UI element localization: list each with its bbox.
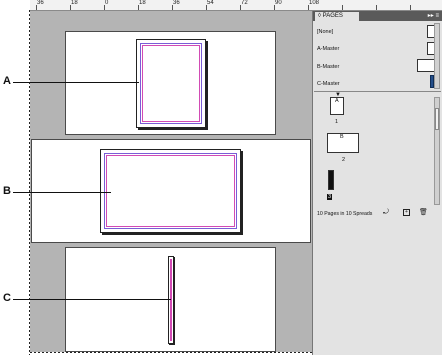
- page-size-icon[interactable]: ⤾: [383, 209, 390, 216]
- ruler-label: 108: [309, 0, 320, 6]
- ruler-label: 36: [37, 0, 44, 6]
- page-c-thumbnail[interactable]: [168, 256, 174, 344]
- page-margin-guide: [142, 45, 200, 122]
- page-a-thumbnail[interactable]: [136, 39, 206, 128]
- page-1-number: 1: [335, 119, 339, 125]
- tab-pages[interactable]: ◊ PAGES: [315, 12, 359, 21]
- callout-c: C: [3, 292, 11, 304]
- page-margin-guide: [106, 155, 235, 227]
- ruler-label: 90: [275, 0, 282, 6]
- masters-scrollbar[interactable]: [434, 23, 440, 89]
- page-1-master-letter: A: [335, 98, 339, 104]
- ruler-label: 72: [241, 0, 248, 6]
- ruler-tick: [376, 5, 377, 10]
- ruler-tick: [410, 5, 411, 10]
- panel-section-divider[interactable]: [314, 91, 441, 92]
- ruler-label: 18: [71, 0, 78, 6]
- leader-line-a: [13, 82, 139, 83]
- pages-scrollbar[interactable]: [434, 97, 440, 205]
- page-1-thumbnail[interactable]: A: [330, 97, 344, 115]
- master-b[interactable]: B-Master: [317, 64, 339, 70]
- new-page-icon[interactable]: +: [403, 209, 410, 216]
- spread-b[interactable]: [31, 139, 311, 243]
- ruler-label: 54: [207, 0, 214, 6]
- leader-line-b: [13, 192, 111, 193]
- ruler-label: 18: [139, 0, 146, 6]
- pasteboard[interactable]: [30, 11, 312, 352]
- delete-page-icon[interactable]: 🗑: [419, 209, 428, 216]
- ruler-label: 36: [173, 0, 180, 6]
- master-none[interactable]: [None]: [317, 29, 333, 35]
- horizontal-ruler[interactable]: 36 18 0 18 36 54 72 90 108: [30, 0, 442, 11]
- master-a[interactable]: A-Master: [317, 46, 339, 52]
- page-3-thumbnail[interactable]: [328, 170, 334, 190]
- spread-a[interactable]: [65, 31, 276, 135]
- page-margin-guide: [170, 259, 172, 341]
- callout-a: A: [3, 75, 11, 87]
- master-c[interactable]: C-Master: [317, 81, 340, 87]
- page-2-thumbnail[interactable]: B: [327, 133, 359, 153]
- document-window: 36 18 0 18 36 54 72 90 108 A B C ◊ PAGES…: [0, 0, 442, 355]
- pages-count-status: 10 Pages in 10 Spreads: [317, 211, 373, 217]
- pages-scrollbar-thumb[interactable]: [435, 108, 439, 130]
- ruler-tick: [342, 5, 343, 10]
- page-b-thumbnail[interactable]: [100, 149, 241, 233]
- page-2-master-letter: B: [340, 134, 344, 140]
- panel-header: ◊ PAGES ▸▸ ≡: [313, 11, 442, 21]
- callout-b: B: [3, 185, 11, 197]
- ruler-label: 0: [105, 0, 109, 6]
- panel-menu-icon[interactable]: ▸▸ ≡: [428, 12, 439, 20]
- leader-line-c: [13, 299, 171, 300]
- page-2-number: 2: [342, 157, 346, 163]
- page-3-number: 3: [327, 194, 333, 200]
- pages-panel: ◊ PAGES ▸▸ ≡ [None] A-Master B-Master C-…: [312, 11, 442, 355]
